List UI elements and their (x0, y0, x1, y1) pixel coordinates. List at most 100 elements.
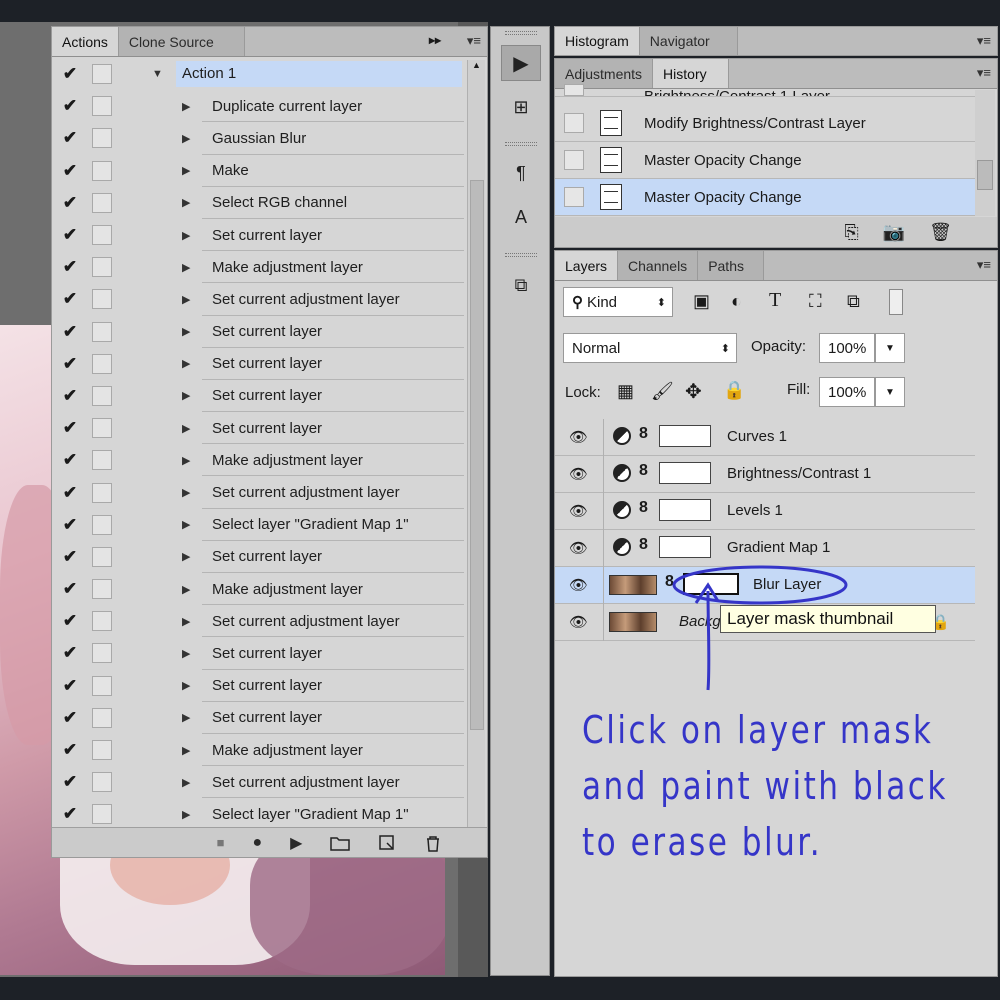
adjustment-layer-icon[interactable] (613, 538, 631, 556)
eye-icon[interactable]: 👁 (569, 465, 588, 483)
character-dock-icon[interactable]: A (501, 199, 541, 235)
action-step-row[interactable]: ✔ ▶ Set current layer (52, 637, 464, 670)
checkmark-icon[interactable]: ✔ (52, 161, 88, 181)
eye-icon[interactable]: 👁 (569, 576, 588, 594)
dialog-toggle-box[interactable] (92, 707, 112, 728)
dialog-toggle-box[interactable] (92, 321, 112, 342)
action-step-row[interactable]: ✔ ▶ Duplicate current layer (52, 90, 464, 123)
layer-row[interactable]: 👁 8 Levels 1 (555, 493, 975, 530)
history-snapshot-box[interactable] (564, 187, 584, 207)
checkmark-icon[interactable]: ✔ (52, 740, 88, 760)
actions-dock-icon[interactable]: ▶ (501, 45, 541, 81)
layer-mask-thumbnail[interactable] (659, 425, 711, 447)
dialog-toggle-box[interactable] (92, 225, 112, 246)
expand-right-icon[interactable]: ▶ (182, 615, 190, 628)
expand-right-icon[interactable]: ▶ (182, 100, 190, 113)
filter-smart-object-icon[interactable]: ⧉ (847, 291, 860, 312)
checkmark-icon[interactable]: ✔ (52, 611, 88, 631)
checkmark-icon[interactable]: ✔ (52, 193, 88, 213)
dialog-toggle-box[interactable] (92, 804, 112, 825)
expand-right-icon[interactable]: ▶ (182, 486, 190, 499)
history-snapshot-box[interactable] (564, 150, 584, 170)
checkmark-icon[interactable]: ✔ (52, 289, 88, 309)
action-step-row[interactable]: ✔ ▶ Set current adjustment layer (52, 766, 464, 799)
filter-adjustment-icon[interactable]: ◐ (731, 291, 742, 312)
dialog-toggle-box[interactable] (92, 353, 112, 374)
filter-shape-icon[interactable]: ⛶ (809, 291, 822, 312)
checkmark-icon[interactable]: ✔ (52, 418, 88, 438)
checkmark-icon[interactable]: ✔ (52, 386, 88, 406)
layer-name[interactable]: Brightness/Contrast 1 (727, 465, 871, 482)
expand-right-icon[interactable]: ▶ (182, 357, 190, 370)
expand-right-icon[interactable]: ▶ (182, 325, 190, 338)
dialog-toggle-box[interactable] (92, 385, 112, 406)
checkmark-icon[interactable]: ✔ (52, 354, 88, 374)
chain-link-icon[interactable]: 8 (639, 536, 648, 554)
checkmark-icon[interactable]: ✔ (52, 257, 88, 277)
expand-down-icon[interactable]: ▼ (152, 68, 163, 80)
checkmark-icon[interactable]: ✔ (52, 64, 88, 84)
filter-kind-select[interactable]: ⚲ Kind ⬍ (563, 287, 673, 317)
action-step-row[interactable]: ✔ ▶ Set current layer (52, 380, 464, 413)
expand-right-icon[interactable]: ▶ (182, 261, 190, 274)
layer-mask-thumbnail[interactable] (659, 462, 711, 484)
dialog-toggle-box[interactable] (92, 64, 112, 85)
action-step-row[interactable]: ✔ ▶ Set current layer (52, 316, 464, 348)
checkmark-icon[interactable]: ✔ (52, 515, 88, 535)
adjustment-layer-icon[interactable] (613, 464, 631, 482)
properties-dock-icon[interactable]: ⧉ (501, 267, 541, 303)
checkmark-icon[interactable]: ✔ (52, 804, 88, 824)
eye-icon[interactable]: 👁 (569, 428, 588, 446)
expand-right-icon[interactable]: ▶ (182, 454, 190, 467)
actions-scrollbar[interactable]: ▲ ▼ (467, 60, 485, 838)
expand-right-icon[interactable]: ▶ (182, 293, 190, 306)
expand-right-icon[interactable]: ▶ (182, 196, 190, 209)
expand-right-icon[interactable]: ▶ (182, 389, 190, 402)
panel-menu-icon[interactable]: ▾≡ (467, 33, 481, 49)
layer-row[interactable]: 👁 8 Curves 1 (555, 419, 975, 456)
action-step-row[interactable]: ✔ ▶ Set current adjustment layer (52, 605, 464, 638)
filter-type-icon[interactable]: T (769, 289, 781, 312)
action-step-row[interactable]: ✔ ▶ Make (52, 155, 464, 187)
expand-right-icon[interactable]: ▶ (182, 518, 190, 531)
filter-toggle[interactable] (889, 289, 903, 315)
action-step-row[interactable]: ✔ ▶ Make adjustment layer (52, 573, 464, 606)
tab-actions[interactable]: Actions (52, 27, 119, 56)
dialog-toggle-box[interactable] (92, 514, 112, 535)
dialog-toggle-box[interactable] (92, 192, 112, 213)
tab-histogram[interactable]: Histogram (555, 27, 640, 55)
expand-right-icon[interactable]: ▶ (182, 164, 190, 177)
action-step-row[interactable]: ✔ ▶ Set current layer (52, 670, 464, 702)
history-snapshot-box[interactable] (564, 113, 584, 133)
checkmark-icon[interactable]: ✔ (52, 579, 88, 599)
action-step-row[interactable]: ✔ ▶ Set current layer (52, 412, 464, 445)
action-step-row[interactable]: ✔ ▶ Make adjustment layer (52, 734, 464, 767)
expand-right-icon[interactable]: ▶ (182, 808, 190, 821)
dock-grip[interactable] (505, 31, 537, 35)
dock-grip[interactable] (505, 253, 537, 257)
action-step-row[interactable]: ✔ ▶ Select layer "Gradient Map 1" (52, 509, 464, 541)
expand-right-icon[interactable]: ▶ (182, 679, 190, 692)
action-step-row[interactable]: ✔ ▶ Set current adjustment layer (52, 476, 464, 509)
checkmark-icon[interactable]: ✔ (52, 322, 88, 342)
fill-dropdown[interactable]: ▼ (875, 377, 905, 407)
adjustment-layer-icon[interactable] (613, 427, 631, 445)
new-document-from-state-icon[interactable]: ⎘ (844, 222, 858, 243)
expand-right-icon[interactable]: ▶ (182, 550, 190, 563)
lock-transparency-icon[interactable]: ▦ (617, 381, 634, 402)
eye-icon[interactable]: 👁 (569, 539, 588, 557)
expand-right-icon[interactable]: ▶ (182, 744, 190, 757)
layer-name[interactable]: Curves 1 (727, 428, 787, 445)
scroll-thumb[interactable] (470, 180, 484, 730)
checkmark-icon[interactable]: ✔ (52, 225, 88, 245)
expand-right-icon[interactable]: ▶ (182, 583, 190, 596)
action-step-row[interactable]: ✔ ▶ Set current layer (52, 219, 464, 252)
tab-channels[interactable]: Channels (618, 251, 699, 280)
tab-navigator[interactable]: Navigator (639, 27, 738, 55)
scroll-up-icon[interactable]: ▲ (472, 60, 481, 70)
dialog-toggle-box[interactable] (92, 128, 112, 149)
layer-row[interactable]: 👁 8 Brightness/Contrast 1 (555, 456, 975, 493)
action-step-row[interactable]: ✔ ▶ Set current layer (52, 541, 464, 573)
scroll-thumb[interactable] (977, 160, 993, 190)
checkmark-icon[interactable]: ✔ (52, 96, 88, 116)
